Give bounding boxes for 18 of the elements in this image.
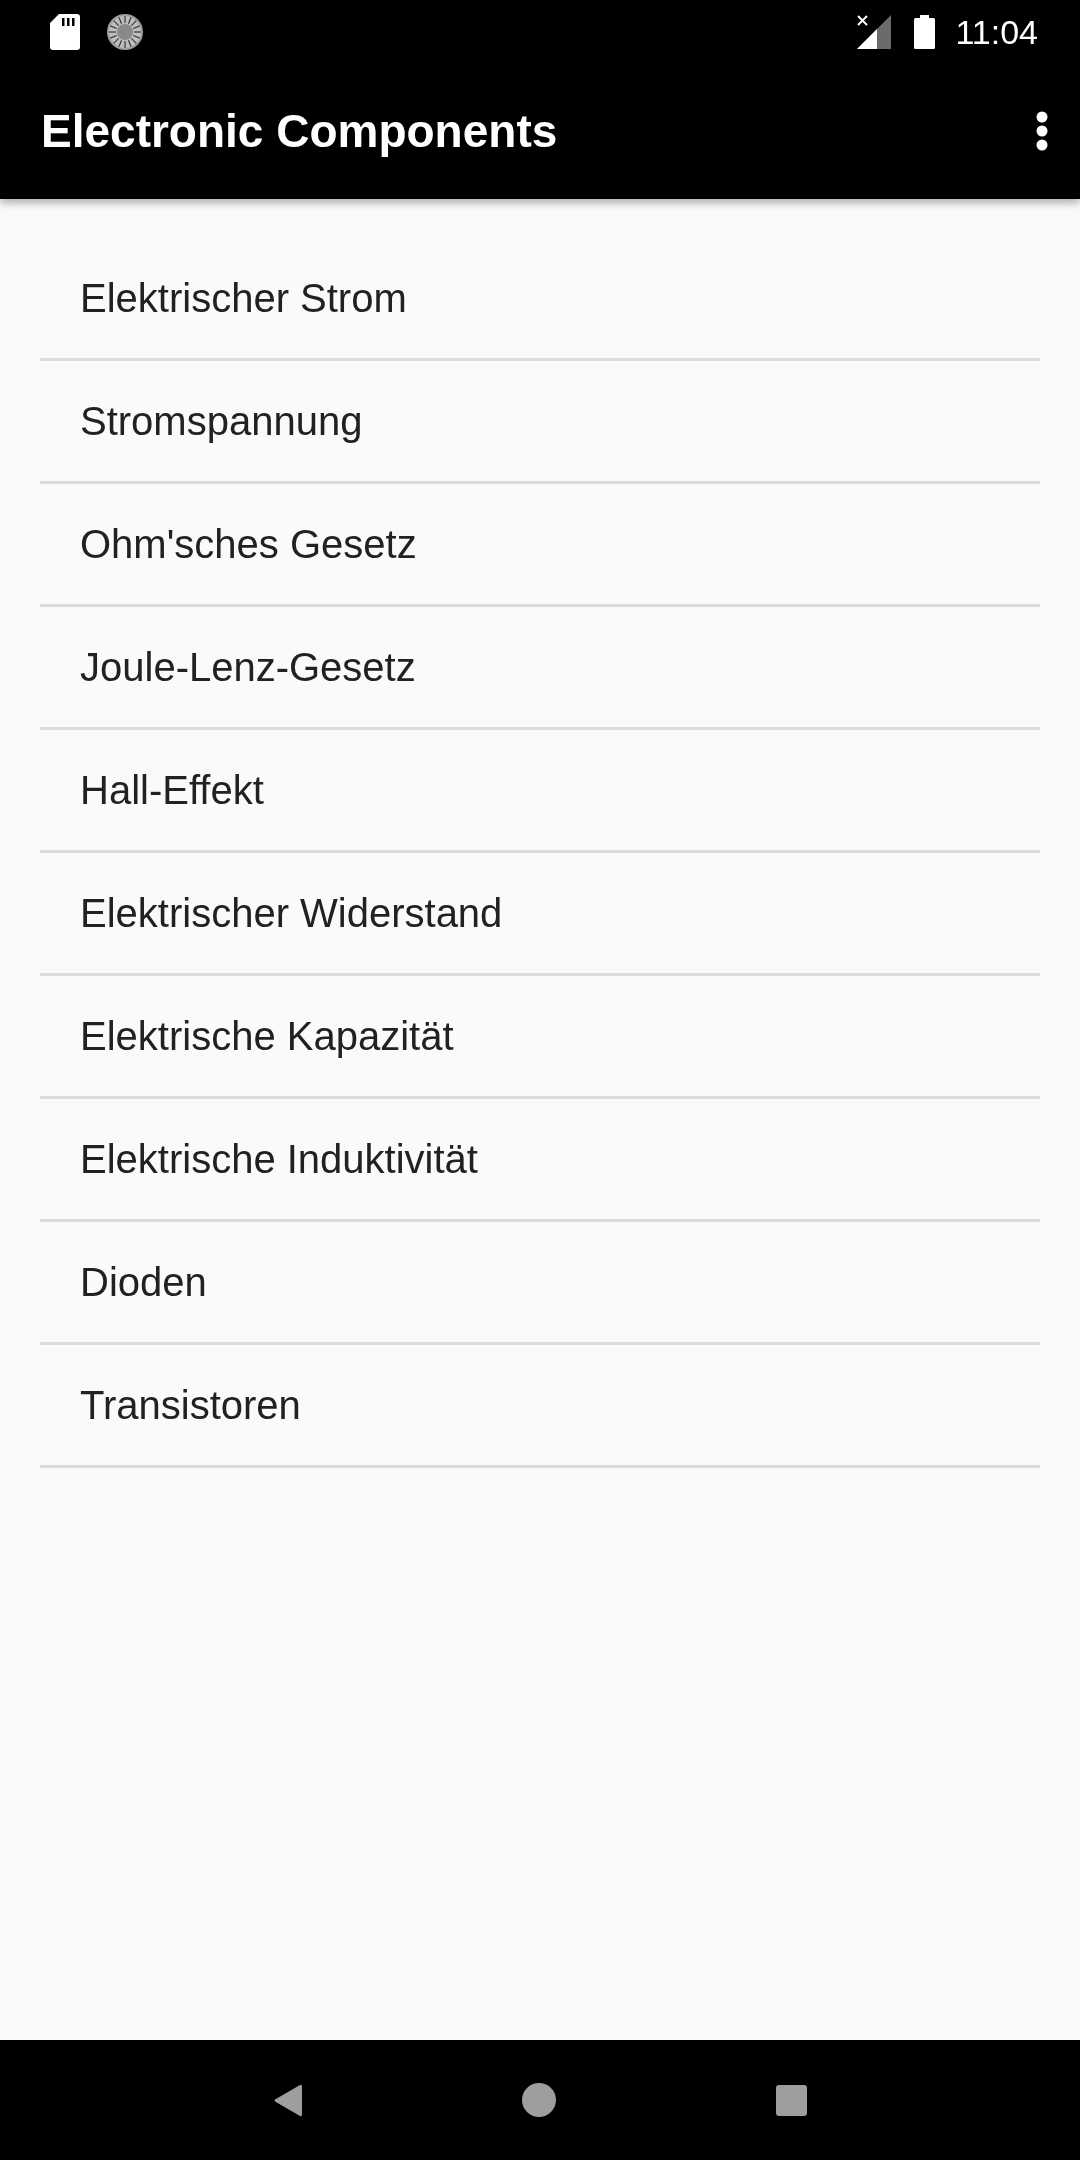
battery-icon [914, 14, 936, 49]
list-item[interactable]: Hall-Effekt [40, 730, 1040, 853]
list-item[interactable]: Joule-Lenz-Gesetz [40, 607, 1040, 730]
recents-icon[interactable] [775, 2084, 807, 2116]
list-item[interactable]: Transistoren [40, 1345, 1040, 1468]
list-item[interactable]: Stromspannung [40, 361, 1040, 484]
spinner-icon [107, 13, 143, 50]
status-time: 11:04 [955, 14, 1038, 49]
list-item[interactable]: Ohm'sches Gesetz [40, 484, 1040, 607]
list-item[interactable]: Dioden [40, 1222, 1040, 1345]
list-item[interactable]: Elektrische Kapazität [40, 976, 1040, 1099]
list-item[interactable]: Elektrischer Strom [40, 238, 1040, 361]
signal-icon [857, 14, 892, 49]
list-item[interactable]: Elektrischer Widerstand [40, 853, 1040, 976]
sd-card-icon [50, 13, 80, 50]
list-item[interactable]: Elektrische Induktivität [40, 1099, 1040, 1222]
home-icon[interactable] [521, 2083, 556, 2117]
back-icon[interactable] [273, 2083, 302, 2117]
